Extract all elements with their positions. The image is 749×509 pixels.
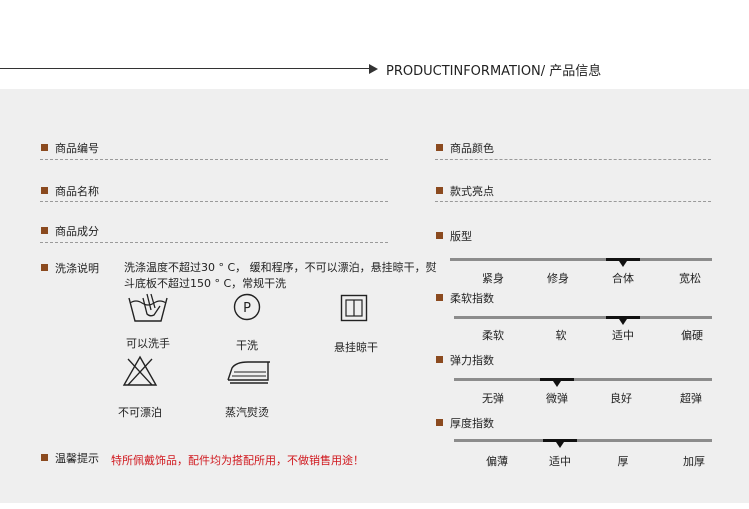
field-bullet (41, 264, 48, 271)
field-bullet (41, 454, 48, 461)
scale-label-softness: 柔软指数 (450, 292, 494, 305)
field-divider (435, 159, 711, 160)
scale-option: 柔软 (482, 329, 504, 342)
line-dry-label: 悬挂晾干 (334, 341, 378, 354)
field-label-style: 款式亮点 (450, 185, 494, 198)
field-label-color: 商品颜色 (450, 142, 494, 155)
wash-instructions-text: 洗涤温度不超过30 ° C， 缓和程序，不可以漂泊，悬挂晾干，熨斗底板不超过15… (124, 261, 437, 290)
svg-text:P: P (243, 301, 251, 316)
scale-pointer-icon (619, 261, 627, 267)
scale-option: 紧身 (482, 272, 504, 285)
scale-option: 偏硬 (681, 329, 703, 342)
scale-option: 偏薄 (486, 455, 508, 468)
no-bleach-icon (122, 355, 158, 386)
field-divider (40, 242, 388, 243)
scale-option: 良好 (610, 392, 632, 405)
hand-wash-icon (128, 293, 168, 322)
field-label-composition: 商品成分 (55, 225, 99, 238)
field-label-product-id: 商品编号 (55, 142, 99, 155)
field-bullet (41, 227, 48, 234)
dry-clean-label: 干洗 (236, 339, 258, 352)
scale-option: 软 (555, 329, 567, 342)
scale-option: 厚 (617, 455, 629, 468)
scale-option: 适中 (549, 455, 571, 468)
scale-option: 合体 (612, 272, 634, 285)
no-bleach-label: 不可漂泊 (118, 406, 162, 419)
scale-pointer-icon (556, 442, 564, 448)
scale-option: 宽松 (679, 272, 701, 285)
field-bullet (436, 144, 443, 151)
field-bullet (41, 144, 48, 151)
scale-label-elasticity: 弹力指数 (450, 354, 494, 367)
header-line (0, 68, 372, 69)
warm-tip-label: 温馨提示 (55, 452, 99, 465)
field-divider (435, 201, 711, 202)
scale-option: 无弹 (482, 392, 504, 405)
field-divider (40, 159, 388, 160)
field-label-product-name: 商品名称 (55, 185, 99, 198)
scale-option: 超弹 (680, 392, 702, 405)
scale-option: 修身 (547, 272, 569, 285)
warm-tip-text: 特所佩戴饰品，配件均为搭配所用，不做销售用途！ (111, 454, 364, 467)
scale-option: 微弹 (546, 392, 568, 405)
dry-clean-icon: P (233, 293, 261, 321)
scale-label-thickness: 厚度指数 (450, 417, 494, 430)
scale-track (454, 316, 712, 319)
field-bullet (436, 356, 443, 363)
scale-track (450, 258, 712, 261)
field-bullet (41, 187, 48, 194)
field-bullet (436, 294, 443, 301)
scale-option: 加厚 (683, 455, 705, 468)
field-divider (40, 201, 388, 202)
scale-track (454, 439, 712, 442)
line-dry-icon (340, 294, 368, 322)
scale-pointer-icon (619, 319, 627, 325)
arrow-right-icon (369, 64, 378, 74)
scale-track (454, 378, 712, 381)
hand-wash-label: 可以洗手 (126, 337, 170, 350)
scale-option: 适中 (612, 329, 634, 342)
steam-iron-label: 蒸汽熨烫 (225, 406, 269, 419)
field-label-wash: 洗涤说明 (55, 262, 99, 275)
scale-pointer-icon (553, 381, 561, 387)
field-bullet (436, 419, 443, 426)
steam-iron-icon (227, 361, 270, 384)
field-bullet (436, 187, 443, 194)
scale-label-fit: 版型 (450, 230, 472, 243)
page-title: PRODUCTINFORMATION/ 产品信息 (386, 64, 602, 79)
field-bullet (436, 232, 443, 239)
